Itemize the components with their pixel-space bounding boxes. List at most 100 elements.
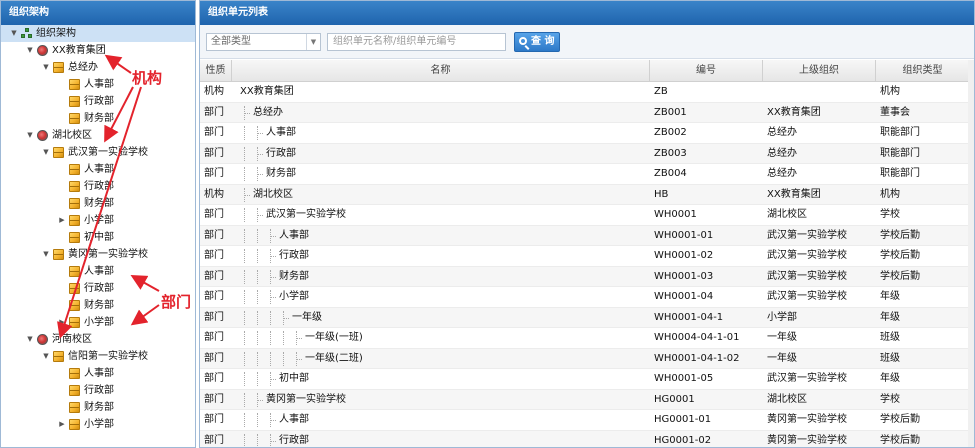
cell-nature: 部门: [204, 373, 224, 384]
tree-node[interactable]: 人事部: [1, 76, 195, 93]
cell-parent: 湖北校区: [767, 393, 807, 405]
tree-indent-line: [257, 228, 258, 243]
organization-icon: [37, 45, 48, 56]
table-row[interactable]: 部门 行政部 HG0001-02 黄冈第一实验学校 学校后勤: [200, 430, 974, 447]
chevron-down-icon[interactable]: ▼: [306, 34, 320, 50]
cell-nature: 部门: [204, 250, 224, 261]
tree-indent-line: [244, 351, 245, 366]
cell-code: WH0001-04: [654, 291, 714, 302]
table-row[interactable]: 部门 小学部 WH0001-04 武汉第一实验学校 年级: [200, 287, 974, 308]
table-row[interactable]: 部门 总经办 ZB001 XX教育集团 董事会: [200, 102, 974, 123]
column-header-nature[interactable]: 性质: [200, 60, 232, 82]
table-row[interactable]: 部门 财务部 WH0001-03 武汉第一实验学校 学校后勤: [200, 266, 974, 287]
query-button[interactable]: 查 询: [514, 32, 560, 52]
cell-parent: 武汉第一实验学校: [767, 229, 847, 241]
table-row[interactable]: 部门 一年级 WH0001-04-1 小学部 年级: [200, 307, 974, 328]
cell-nature: 部门: [204, 209, 224, 220]
collapse-toggle-icon[interactable]: ▶: [57, 314, 67, 331]
table-row[interactable]: 部门 黄冈第一实验学校 HG0001 湖北校区 学校: [200, 389, 974, 410]
table-row[interactable]: 机构 湖北校区 HB XX教育集团 机构: [200, 184, 974, 205]
cell-code: HG0001-01: [654, 414, 712, 425]
cell-name: 一年级(一班): [305, 332, 363, 343]
department-icon: [69, 266, 80, 277]
table-body: 机构 XX教育集团 ZB 机构 部门 总经办 ZB001 XX教育集团 董事会 部门 人事部 ZB00…: [200, 82, 974, 447]
tree-indent-line: [244, 167, 245, 181]
app-window: 组织架构 ▼ 组织架构 ▼ XX教育集团 ▼ 总经办 人事部 行政部 财务部 ▼ 湖北校区 ▼ 武汉第一…: [0, 0, 975, 448]
tree-node[interactable]: 人事部: [1, 263, 195, 280]
table-row[interactable]: 部门 人事部 WH0001-01 武汉第一实验学校 学校后勤: [200, 225, 974, 246]
tree-node[interactable]: ▼ 黄冈第一实验学校: [1, 246, 195, 263]
department-icon: [53, 351, 64, 362]
tree-node[interactable]: 行政部: [1, 178, 195, 195]
tree-node[interactable]: 行政部: [1, 93, 195, 110]
tree-indent-branch: [296, 358, 302, 360]
tree-node[interactable]: ▼ 组织架构: [1, 25, 195, 42]
tree-node[interactable]: 人事部: [1, 161, 195, 178]
tree-indent-line: [244, 126, 245, 140]
table-row[interactable]: 部门 人事部 ZB002 总经办 职能部门: [200, 123, 974, 144]
tree-node[interactable]: 行政部: [1, 382, 195, 399]
table-row[interactable]: 部门 初中部 WH0001-05 武汉第一实验学校 年级: [200, 369, 974, 390]
expand-toggle-icon[interactable]: ▼: [41, 246, 51, 263]
annotation-org-label: 机构: [132, 69, 163, 87]
tree-indent-line: [283, 351, 284, 366]
tree-indent-line: [257, 269, 258, 284]
tree-node[interactable]: ▼ 河南校区: [1, 331, 195, 348]
table-row[interactable]: 部门 一年级(二班) WH0001-04-1-02 一年级 班级: [200, 348, 974, 369]
expand-toggle-icon[interactable]: ▼: [41, 348, 51, 365]
tree-node[interactable]: 人事部: [1, 365, 195, 382]
column-header-code[interactable]: 编号: [650, 60, 763, 82]
expand-toggle-icon[interactable]: ▼: [25, 331, 35, 348]
expand-toggle-icon[interactable]: ▼: [9, 25, 19, 42]
tree-indent-line: [244, 249, 245, 263]
table-row[interactable]: 部门 行政部 ZB003 总经办 职能部门: [200, 143, 974, 164]
cell-nature: 部门: [204, 229, 224, 241]
cell-code: HB: [654, 188, 669, 200]
table-row[interactable]: 机构 XX教育集团 ZB 机构: [200, 82, 974, 103]
table-row[interactable]: 部门 人事部 HG0001-01 黄冈第一实验学校 学校后勤: [200, 410, 974, 431]
cell-type: 学校后勤: [880, 229, 920, 241]
tree-indent-branch: [244, 112, 250, 114]
table-row[interactable]: 部门 武汉第一实验学校 WH0001 湖北校区 学校: [200, 205, 974, 226]
tree-indent-line: [244, 331, 245, 345]
org-type-select[interactable]: 全部类型 ▼: [206, 33, 321, 51]
department-icon: [53, 147, 64, 158]
tree-node[interactable]: 财务部: [1, 399, 195, 416]
column-header-parent[interactable]: 上级组织: [763, 60, 876, 82]
tree-node-label: 行政部: [84, 385, 114, 396]
tree-node[interactable]: ▼ 湖北校区: [1, 127, 195, 144]
table-row[interactable]: 部门 一年级(一班) WH0004-04-1-01 一年级 班级: [200, 328, 974, 349]
expand-toggle-icon[interactable]: ▼: [41, 59, 51, 76]
table-row[interactable]: 部门 行政部 WH0001-02 武汉第一实验学校 学校后勤: [200, 246, 974, 267]
search-input[interactable]: 组织单元名称/组织单元编号: [327, 33, 506, 51]
table-row[interactable]: 部门 财务部 ZB004 总经办 职能部门: [200, 164, 974, 185]
collapse-toggle-icon[interactable]: ▶: [57, 212, 67, 229]
department-icon: [69, 419, 80, 430]
tree-node[interactable]: 财务部: [1, 195, 195, 212]
tree-node[interactable]: ▼ XX教育集团: [1, 42, 195, 59]
expand-toggle-icon[interactable]: ▼: [41, 144, 51, 161]
tree-node[interactable]: 财务部: [1, 110, 195, 127]
tree-node-label: 黄冈第一实验学校: [68, 249, 148, 260]
tree-node[interactable]: 初中部: [1, 229, 195, 246]
department-icon: [69, 300, 80, 311]
tree-indent-branch: [296, 338, 302, 339]
tree-node[interactable]: ▼ 总经办: [1, 59, 195, 76]
tree-node[interactable]: ▼ 武汉第一实验学校: [1, 144, 195, 161]
tree-node[interactable]: ▶ 小学部: [1, 212, 195, 229]
expand-toggle-icon[interactable]: ▼: [25, 127, 35, 144]
cell-parent: 总经办: [767, 147, 797, 159]
tree-indent-line: [244, 208, 245, 222]
tree-indent-branch: [257, 174, 263, 175]
tree-node[interactable]: ▶ 小学部: [1, 314, 195, 331]
cell-type: 年级: [880, 373, 900, 384]
vertical-scrollbar[interactable]: [968, 60, 974, 447]
tree-node[interactable]: ▶ 小学部: [1, 416, 195, 433]
column-header-name[interactable]: 名称: [232, 60, 650, 82]
cell-name: 行政部: [266, 147, 296, 159]
expand-toggle-icon[interactable]: ▼: [25, 42, 35, 59]
cell-parent: 一年级: [767, 352, 797, 364]
collapse-toggle-icon[interactable]: ▶: [57, 416, 67, 433]
tree-node[interactable]: ▼ 信阳第一实验学校: [1, 348, 195, 365]
column-header-type[interactable]: 组织类型: [876, 60, 970, 82]
